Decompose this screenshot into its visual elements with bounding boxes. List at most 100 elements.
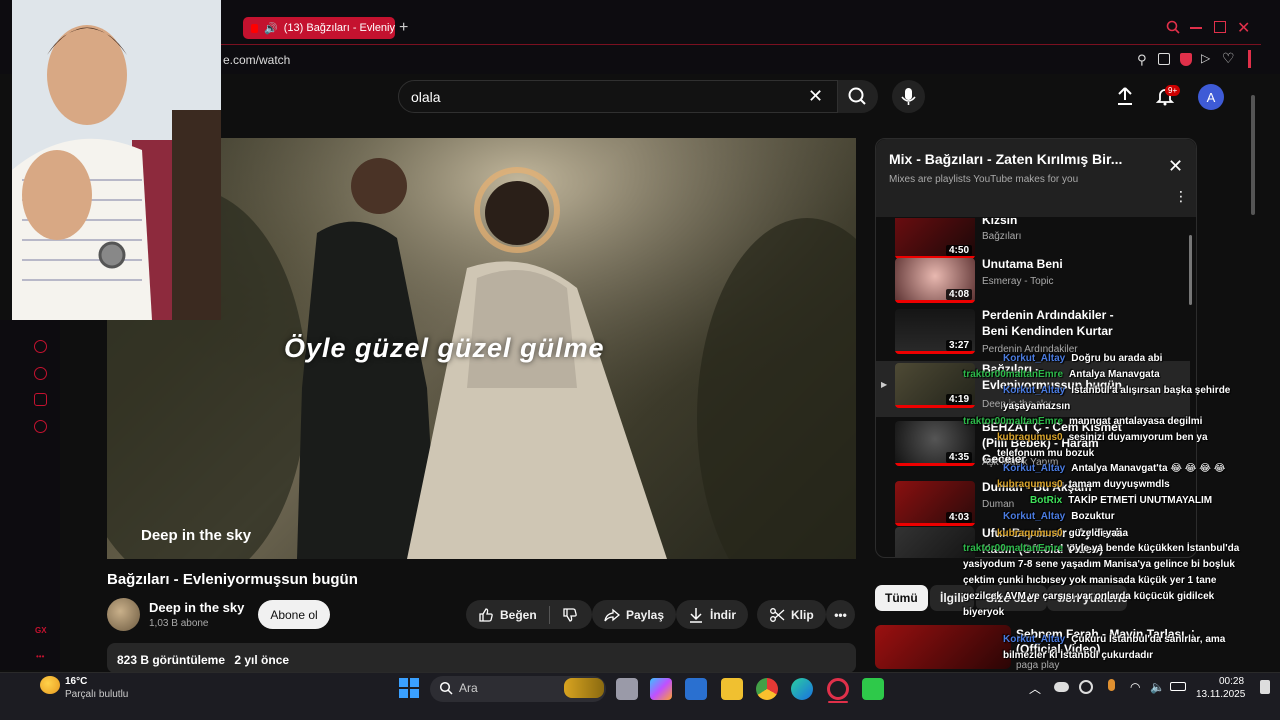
taskbar	[0, 672, 1280, 720]
clip-label: Klip	[791, 607, 814, 622]
chrome-icon[interactable]	[756, 678, 778, 700]
chat-message: BotRix TAKİP ETMETİ UNUTMAYALIM	[1030, 495, 1213, 506]
channel-name[interactable]: Deep in the sky	[149, 600, 244, 615]
chat-message: kubraqumus0 tamam duyyuşwmdls	[997, 479, 1170, 490]
upload-icon[interactable]	[1115, 86, 1135, 106]
thumbs-up-icon[interactable]	[478, 607, 494, 623]
player-icon[interactable]	[34, 340, 47, 353]
notification-center-icon[interactable]	[1260, 680, 1270, 694]
search-icon	[848, 87, 866, 105]
share-button[interactable]: Paylaş	[592, 600, 677, 629]
thumbs-down-icon[interactable]	[562, 607, 578, 623]
download-icon	[688, 607, 704, 623]
store-icon[interactable]	[685, 678, 707, 700]
more-actions-button[interactable]: •••	[826, 600, 855, 629]
tray-overflow-icon[interactable]: ︿	[1029, 680, 1041, 697]
playlist-thumbnail: 4:08	[895, 258, 975, 303]
playlist-title[interactable]: Mix - Bağzıları - Zaten Kırılmış Bir...	[889, 151, 1149, 167]
clock-date[interactable]: 13.11.2025	[1196, 689, 1245, 700]
taskbar-search-icon	[439, 681, 453, 695]
now-playing-icon: ▶	[881, 380, 888, 389]
voice-search-button[interactable]	[892, 80, 925, 113]
close-playlist-icon[interactable]: ✕	[1168, 156, 1183, 177]
extensions-icon[interactable]	[34, 393, 47, 406]
playlist-item[interactable]: 4:08 Unutama Beni Esmeray - Topic	[876, 256, 1190, 312]
settings-gear-icon[interactable]	[34, 420, 47, 433]
search-highlight-icon	[564, 678, 604, 698]
subscribe-button[interactable]: Abone ol	[258, 600, 330, 629]
history-icon[interactable]	[34, 367, 47, 380]
webcam-image	[12, 0, 221, 320]
duration-badge: 4:19	[945, 394, 972, 405]
onedrive-icon[interactable]	[1054, 682, 1069, 692]
chat-message: Korkut_Altay Çukuru İstanbul'da sanırlar,…	[1003, 634, 1226, 661]
webcam-overlay	[12, 0, 221, 320]
clock-time[interactable]: 00:28	[1219, 676, 1244, 687]
battery-icon[interactable]	[1170, 682, 1186, 691]
watched-bar	[895, 351, 975, 354]
playlist-thumbnail: 4:03	[895, 481, 975, 526]
browser-tab-active[interactable]: 🔊 (13) Bağzıları - Evleniy	[243, 17, 395, 39]
playlist-thumbnail: 4:50	[895, 218, 975, 259]
gx-logo-icon: GX	[35, 626, 47, 635]
search-box[interactable]	[398, 80, 838, 113]
accent-divider	[221, 44, 1261, 45]
weather-temp[interactable]: 16°C	[65, 676, 87, 687]
share-icon	[604, 607, 620, 623]
clear-search-icon[interactable]: ✕	[808, 86, 823, 107]
like-label[interactable]: Beğen	[500, 608, 537, 622]
search-input[interactable]: olala	[411, 89, 441, 105]
snapshot-icon[interactable]	[1158, 53, 1170, 65]
chat-message: Korkut_Altay İstanbul'a alışırsan başka ş…	[1003, 385, 1231, 412]
duration-badge: 4:50	[945, 245, 972, 256]
search-button[interactable]	[838, 80, 878, 113]
kick-icon[interactable]	[862, 678, 884, 700]
search-tabs-icon[interactable]	[1166, 20, 1180, 34]
shield-icon[interactable]	[1180, 53, 1192, 66]
pin-icon[interactable]: ⚲	[1137, 52, 1147, 68]
share-label: Paylaş	[626, 607, 665, 622]
address-text[interactable]: e.com/watch	[223, 53, 290, 67]
new-tab-button[interactable]: +	[399, 19, 408, 37]
playlist-thumbnail: 3:27	[895, 309, 975, 354]
speaker-icon: 🔊	[264, 22, 278, 35]
close-window-icon[interactable]: ✕	[1237, 18, 1250, 38]
file-explorer-icon[interactable]	[721, 678, 743, 700]
playlist-menu-icon[interactable]: ⋮	[1174, 189, 1188, 203]
page-scrollbar[interactable]	[1251, 95, 1255, 215]
playlist-item-channel: Bağzıları	[982, 231, 1022, 242]
channel-avatar[interactable]	[107, 598, 140, 631]
duration-badge: 4:03	[945, 512, 972, 523]
upload-age: 2 yıl önce	[234, 653, 290, 667]
start-windows-icon[interactable]	[399, 678, 419, 698]
sync-icon[interactable]	[1079, 680, 1093, 694]
opera-gx-icon[interactable]	[827, 678, 849, 700]
maximize-icon[interactable]	[1214, 21, 1226, 33]
video-lyric-text: Öyle güzel güzel gülme	[284, 333, 605, 363]
minimize-icon[interactable]	[1190, 27, 1202, 29]
browser-sidebar	[0, 320, 60, 670]
mic-tray-icon[interactable]	[1108, 679, 1115, 691]
chip-all[interactable]: Tümü	[875, 585, 928, 611]
chat-message: traktor00maltanEmre öyle ya bende küçükke…	[963, 543, 1240, 618]
edge-icon[interactable]	[791, 678, 813, 700]
chat-message: kubraqumus0 sesinizi duyamıyorum ben ya t…	[997, 432, 1208, 459]
recommended-thumbnail[interactable]	[875, 625, 1011, 669]
chat-message: traktor00maltanEmre Antalya Manavgata	[963, 369, 1160, 380]
task-view-icon[interactable]	[616, 678, 638, 700]
more-dots-icon[interactable]: •••	[36, 652, 44, 661]
chat-message: Korkut_Altay Doğru bu arada abi	[1003, 353, 1163, 364]
clip-button[interactable]: Klip	[757, 600, 826, 629]
volume-icon[interactable]: 🔈	[1150, 680, 1165, 694]
channel-subscribers: 1,03 B abone	[149, 618, 209, 629]
account-avatar[interactable]: A	[1198, 84, 1224, 110]
play-icon[interactable]: ▷	[1201, 51, 1210, 65]
sidebar-toggle-icon[interactable]	[1248, 50, 1251, 68]
more-horizontal-icon: •••	[834, 607, 847, 622]
wifi-icon[interactable]: ◠	[1130, 680, 1140, 694]
weather-icon[interactable]	[40, 676, 60, 694]
playlist-item-title: Kızsın	[982, 218, 1018, 227]
download-button[interactable]: İndir	[676, 600, 748, 629]
heart-icon[interactable]: ♡	[1222, 50, 1235, 67]
copilot-icon[interactable]	[650, 678, 672, 700]
